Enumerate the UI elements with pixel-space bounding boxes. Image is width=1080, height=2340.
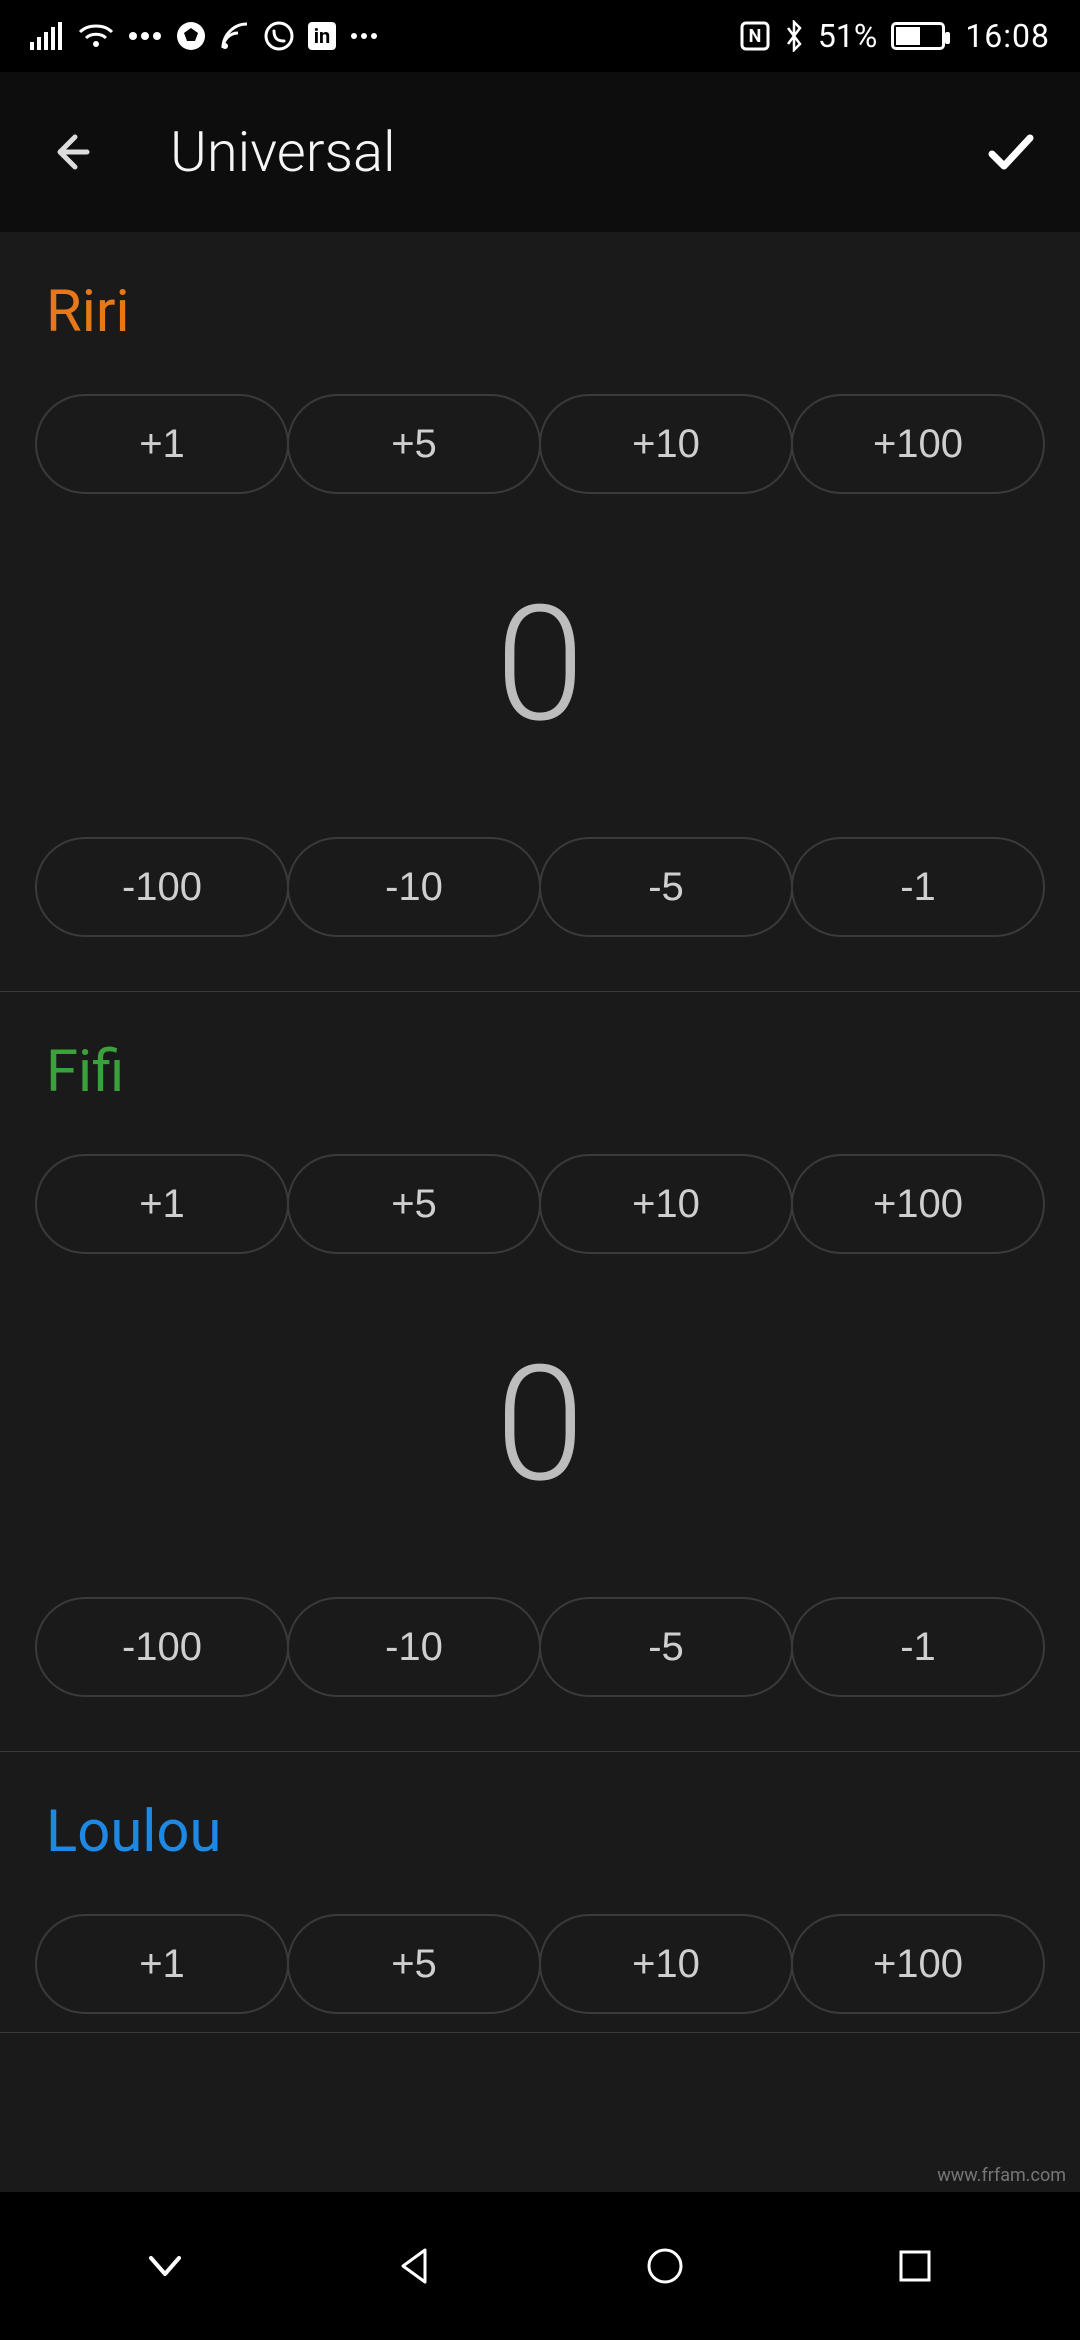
check-icon	[982, 124, 1038, 180]
linkedin-icon: in	[308, 22, 336, 50]
nav-back-button[interactable]	[379, 2230, 451, 2302]
plus-1-button[interactable]: +1	[35, 394, 289, 494]
wifi-icon	[78, 22, 114, 50]
whatsapp-icon	[264, 21, 294, 51]
plus-5-button[interactable]: +5	[287, 1154, 541, 1254]
plus-row: +1 +5 +10 +100	[0, 376, 1080, 512]
battery-percent: 51%	[818, 17, 877, 55]
content-area: Riri +1 +5 +10 +100 0 -100 -10 -5 -1 Fif…	[0, 232, 1080, 2192]
player-name: Loulou	[0, 1788, 1080, 1896]
nav-recent-button[interactable]	[879, 2230, 951, 2302]
status-left: in	[30, 21, 378, 51]
bluetooth-icon	[784, 20, 804, 52]
player-block: Loulou +1 +5 +10 +100	[0, 1752, 1080, 2033]
minus-1-button[interactable]: -1	[791, 837, 1045, 937]
watermark: www.frfam.com	[937, 2165, 1066, 2186]
back-button[interactable]	[40, 122, 100, 182]
plus-5-button[interactable]: +5	[287, 1914, 541, 2014]
minus-5-button[interactable]: -5	[539, 1597, 793, 1697]
player-name: Fifi	[0, 1028, 1080, 1136]
app-bar: Universal	[0, 72, 1080, 232]
clock: 16:08	[965, 17, 1050, 55]
nav-home-button[interactable]	[629, 2230, 701, 2302]
plus-10-button[interactable]: +10	[539, 1154, 793, 1254]
more-dots-icon	[128, 31, 162, 41]
minus-100-button[interactable]: -100	[35, 837, 289, 937]
minus-row: -100 -10 -5 -1	[0, 1579, 1080, 1715]
score-value: 0	[0, 512, 1080, 819]
score-value: 0	[0, 1272, 1080, 1579]
arrow-left-icon	[45, 127, 95, 177]
minus-1-button[interactable]: -1	[791, 1597, 1045, 1697]
soccer-icon	[176, 21, 206, 51]
plus-100-button[interactable]: +100	[791, 394, 1045, 494]
page-title: Universal	[170, 119, 980, 185]
status-right: N 51% 16:08	[740, 17, 1050, 55]
status-bar: in N 51% 16:08	[0, 0, 1080, 72]
overflow-dots-icon	[350, 31, 378, 41]
battery-icon	[891, 22, 945, 50]
plus-row: +1 +5 +10 +100	[0, 1136, 1080, 1272]
plus-1-button[interactable]: +1	[35, 1154, 289, 1254]
minus-100-button[interactable]: -100	[35, 1597, 289, 1697]
player-block: Riri +1 +5 +10 +100 0 -100 -10 -5 -1	[0, 232, 1080, 992]
cast-icon	[220, 21, 250, 51]
plus-1-button[interactable]: +1	[35, 1914, 289, 2014]
system-nav-bar	[0, 2192, 1080, 2340]
plus-100-button[interactable]: +100	[791, 1914, 1045, 2014]
plus-row: +1 +5 +10 +100	[0, 1896, 1080, 2032]
minus-row: -100 -10 -5 -1	[0, 819, 1080, 955]
minus-10-button[interactable]: -10	[287, 1597, 541, 1697]
square-icon	[893, 2244, 937, 2288]
triangle-left-icon	[391, 2242, 439, 2290]
chevron-down-icon	[141, 2242, 189, 2290]
confirm-button[interactable]	[980, 122, 1040, 182]
circle-icon	[641, 2242, 689, 2290]
plus-5-button[interactable]: +5	[287, 394, 541, 494]
svg-text:N: N	[749, 26, 762, 47]
minus-10-button[interactable]: -10	[287, 837, 541, 937]
plus-100-button[interactable]: +100	[791, 1154, 1045, 1254]
player-name: Riri	[0, 268, 1080, 376]
minus-5-button[interactable]: -5	[539, 837, 793, 937]
player-block: Fifi +1 +5 +10 +100 0 -100 -10 -5 -1	[0, 992, 1080, 1752]
svg-text:in: in	[314, 24, 331, 48]
signal-icon	[30, 22, 64, 50]
plus-10-button[interactable]: +10	[539, 1914, 793, 2014]
nfc-icon: N	[740, 21, 770, 51]
plus-10-button[interactable]: +10	[539, 394, 793, 494]
ime-toggle-button[interactable]	[129, 2230, 201, 2302]
